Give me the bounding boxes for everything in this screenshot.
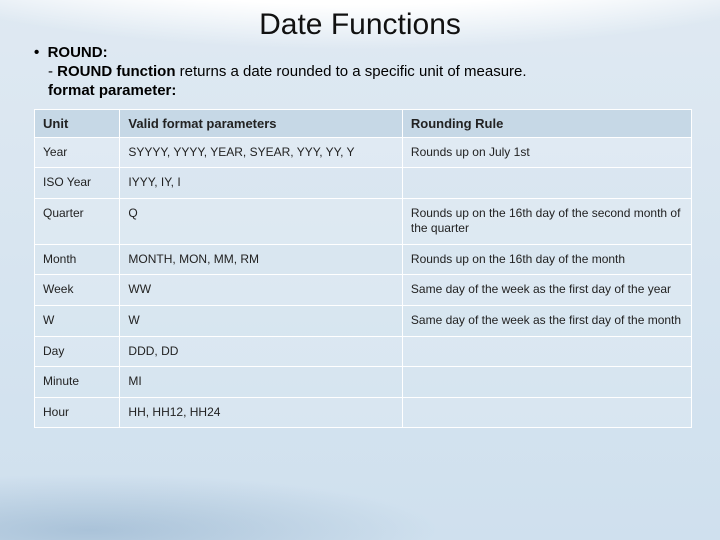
cell-rule: Same day of the week as the first day of… (402, 306, 691, 337)
cell-params: MONTH, MON, MM, RM (120, 244, 403, 275)
table-row: MonthMONTH, MON, MM, RMRounds up on the … (35, 244, 692, 275)
cell-unit: Minute (35, 367, 120, 398)
cell-params: SYYYY, YYYY, YEAR, SYEAR, YYY, YY, Y (120, 137, 403, 168)
round-desc-prefix: - (48, 63, 57, 80)
cell-rule (402, 168, 691, 199)
th-unit: Unit (35, 109, 120, 137)
cell-rule (402, 336, 691, 367)
cell-params: WW (120, 275, 403, 306)
table-row: ISO YearIYYY, IY, I (35, 168, 692, 199)
cell-params: IYYY, IY, I (120, 168, 403, 199)
th-params: Valid format parameters (120, 109, 403, 137)
table-row: HourHH, HH12, HH24 (35, 397, 692, 428)
cell-rule: Rounds up on the 16th day of the month (402, 244, 691, 275)
cell-unit: Week (35, 275, 120, 306)
cell-unit: Day (35, 336, 120, 367)
bullet-round-label: ROUND: (48, 44, 108, 61)
cell-unit: Month (35, 244, 120, 275)
page-title: Date Functions (0, 0, 720, 44)
cell-unit: ISO Year (35, 168, 120, 199)
format-param-label: format parameter: (48, 82, 692, 101)
cell-rule: Rounds up on the 16th day of the second … (402, 198, 691, 244)
cell-params: W (120, 306, 403, 337)
slide-content: • ROUND: - ROUND function returns a date… (0, 44, 720, 428)
cell-rule (402, 367, 691, 398)
cell-unit: W (35, 306, 120, 337)
cell-unit: Hour (35, 397, 120, 428)
cell-rule: Same day of the week as the first day of… (402, 275, 691, 306)
th-rule: Rounding Rule (402, 109, 691, 137)
table-row: YearSYYYY, YYYY, YEAR, SYEAR, YYY, YY, Y… (35, 137, 692, 168)
bullet-round: • ROUND: (34, 44, 692, 61)
cell-rule (402, 397, 691, 428)
table-row: WWSame day of the week as the first day … (35, 306, 692, 337)
round-description: - ROUND function returns a date rounded … (48, 63, 692, 82)
table-header-row: Unit Valid format parameters Rounding Ru… (35, 109, 692, 137)
table-row: WeekWWSame day of the week as the first … (35, 275, 692, 306)
round-desc-bold: ROUND function (57, 63, 175, 80)
cell-unit: Year (35, 137, 120, 168)
cell-params: HH, HH12, HH24 (120, 397, 403, 428)
cell-params: DDD, DD (120, 336, 403, 367)
table-row: MinuteMI (35, 367, 692, 398)
table-row: QuarterQRounds up on the 16th day of the… (35, 198, 692, 244)
cell-params: MI (120, 367, 403, 398)
cell-params: Q (120, 198, 403, 244)
cell-unit: Quarter (35, 198, 120, 244)
round-desc-rest: returns a date rounded to a specific uni… (176, 63, 527, 80)
table-row: DayDDD, DD (35, 336, 692, 367)
format-table: Unit Valid format parameters Rounding Ru… (34, 109, 692, 429)
cell-rule: Rounds up on July 1st (402, 137, 691, 168)
